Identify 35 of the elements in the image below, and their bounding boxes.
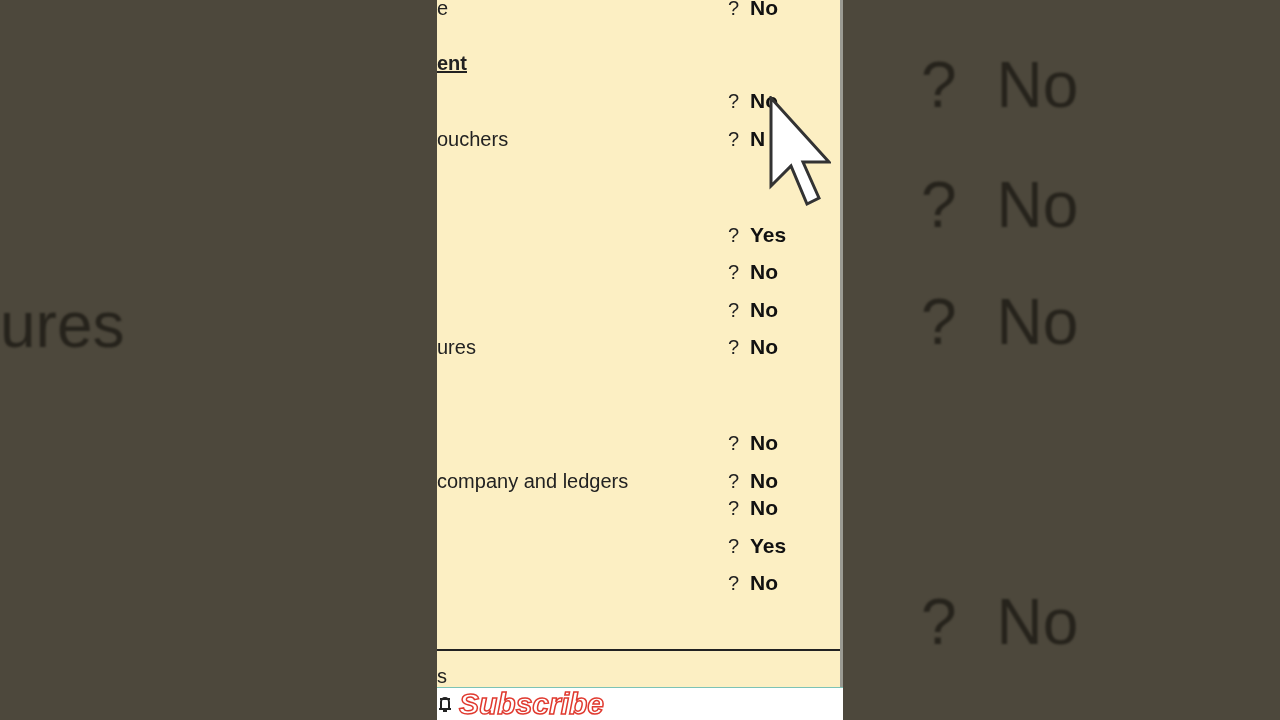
option-value[interactable]: No (750, 496, 820, 520)
prompt-mark: ? (728, 298, 741, 322)
option-value[interactable]: No (750, 260, 820, 284)
prompt-mark: ? (728, 223, 741, 247)
prompt-mark: ? (728, 431, 741, 455)
prompt-mark: ? (728, 496, 741, 520)
blurred-mark: ? (921, 287, 957, 357)
prompt-mark: ? (728, 0, 741, 20)
option-value[interactable]: No (750, 469, 820, 493)
footer-text: s (437, 664, 448, 687)
option-label: ures (437, 335, 477, 359)
blurred-mark: ? (921, 170, 957, 240)
option-value[interactable]: Yes (750, 534, 820, 558)
option-value[interactable]: No (750, 571, 820, 595)
option-value[interactable]: No (750, 335, 820, 359)
option-label: e (437, 0, 450, 20)
option-value[interactable]: No (750, 0, 820, 20)
option-label: company and ledgers (437, 469, 630, 493)
prompt-mark: ? (728, 469, 741, 493)
subscribe-banner[interactable]: Subscribe (437, 687, 843, 720)
option-value[interactable]: No (750, 431, 820, 455)
blurred-mark: ? (921, 587, 957, 657)
prompt-mark: ? (728, 89, 741, 113)
blurred-mark: ? (921, 50, 957, 120)
option-label: ouchers (437, 127, 510, 151)
prompt-mark: ? (728, 127, 741, 151)
prompt-mark: ? (728, 335, 741, 359)
prompt-mark: ? (728, 534, 741, 558)
section-heading: ent (437, 51, 468, 75)
prompt-mark: ? (728, 571, 741, 595)
subscribe-label: Subscribe (459, 689, 605, 719)
bell-icon (437, 695, 453, 713)
option-value[interactable]: Yes (750, 223, 820, 247)
option-value[interactable]: No (750, 298, 820, 322)
prompt-mark: ? (728, 260, 741, 284)
